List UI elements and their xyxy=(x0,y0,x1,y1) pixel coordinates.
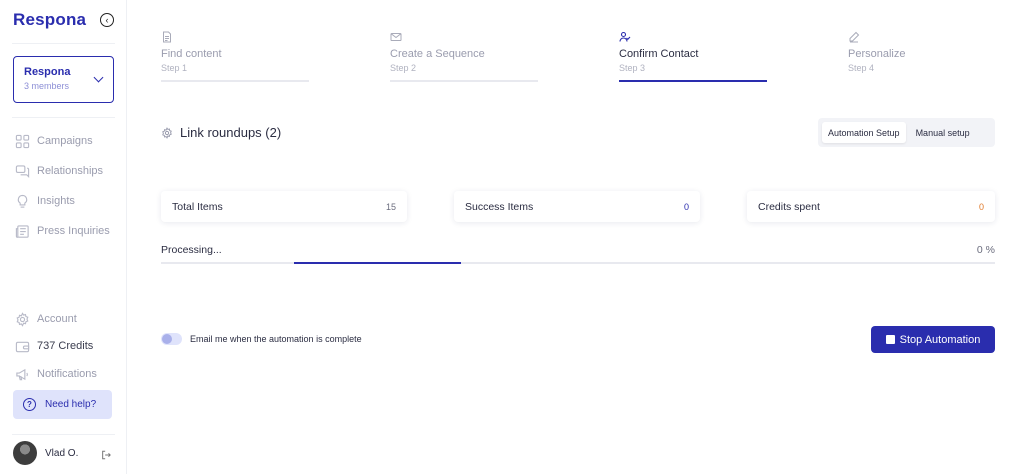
setup-mode-toggle: Automation Setup Manual setup xyxy=(818,118,995,147)
section-header: Link roundups (2) xyxy=(161,125,281,140)
step-title: Find content xyxy=(161,48,222,60)
stop-icon xyxy=(885,335,895,344)
step-title: Personalize xyxy=(848,48,906,60)
stop-button-label: Stop Automation xyxy=(899,333,981,346)
step-number: Step 1 xyxy=(161,63,188,73)
step-number: Step 3 xyxy=(619,63,646,73)
sidebar-item-label: Relationships xyxy=(37,165,104,177)
step-bar xyxy=(161,80,309,82)
stat-credits-spent: Credits spent 0 xyxy=(747,191,995,222)
sidebar-item-label: Insights xyxy=(37,195,75,207)
step-create-sequence[interactable]: Create a Sequence Step 2 xyxy=(390,30,538,82)
sidebar-item-label: Account xyxy=(37,313,77,325)
sidebar-item-notifications[interactable]: Notifications xyxy=(14,367,97,381)
stat-label: Success Items xyxy=(465,200,534,213)
chat-icon xyxy=(14,164,30,178)
sidebar-item-press-inquiries[interactable]: Press Inquiries xyxy=(14,224,110,238)
manual-setup-tab[interactable]: Manual setup xyxy=(910,122,976,143)
stat-label: Credits spent xyxy=(758,200,820,213)
email-notify-toggle[interactable] xyxy=(161,333,182,345)
stat-success-items: Success Items 0 xyxy=(454,191,700,222)
step-title: Confirm Contact xyxy=(619,48,699,60)
user-check-icon xyxy=(619,30,631,42)
sidebar-item-campaigns[interactable]: Campaigns xyxy=(14,134,93,148)
step-bar xyxy=(390,80,538,82)
sidebar-item-label: Press Inquiries xyxy=(37,225,110,237)
sidebar-item-insights[interactable]: Insights xyxy=(14,194,75,208)
progress-percent: 0 % xyxy=(976,244,995,256)
gear-icon xyxy=(14,311,30,327)
logout-icon[interactable] xyxy=(101,447,111,460)
avatar xyxy=(13,441,37,465)
collapse-sidebar-button[interactable]: ‹ xyxy=(100,13,114,27)
divider xyxy=(12,117,115,118)
lightbulb-icon xyxy=(14,194,30,208)
stat-value: 0 xyxy=(683,201,689,212)
divider xyxy=(12,434,115,435)
step-number: Step 4 xyxy=(848,63,875,73)
user-name: Vlad O. xyxy=(45,447,79,459)
progress-label: Processing... xyxy=(161,244,222,256)
step-find-content[interactable]: Find content Step 1 xyxy=(161,30,309,82)
pen-icon xyxy=(848,30,860,43)
stat-value: 15 xyxy=(385,201,396,212)
progress-bar xyxy=(161,262,995,264)
workspace-selector[interactable]: Respona 3 members xyxy=(13,56,114,103)
user-profile[interactable]: Vlad O. xyxy=(13,441,78,465)
sidebar-item-label: 737 Credits xyxy=(37,340,94,352)
workspace-name: Respona xyxy=(24,66,71,78)
workspace-members: 3 members xyxy=(24,81,70,91)
divider xyxy=(12,43,115,44)
stat-total-items: Total Items 15 xyxy=(161,191,407,222)
automation-setup-tab[interactable]: Automation Setup xyxy=(822,122,906,143)
sidebar-item-credits[interactable]: 737 Credits xyxy=(14,339,93,353)
stat-value: 0 xyxy=(978,201,984,212)
question-icon: ? xyxy=(23,398,36,411)
sidebar-item-relationships[interactable]: Relationships xyxy=(14,164,103,178)
sidebar-item-label: Campaigns xyxy=(37,135,93,147)
step-bar xyxy=(619,80,767,82)
wallet-icon xyxy=(14,339,30,353)
sidebar-item-account[interactable]: Account xyxy=(14,311,77,327)
step-personalize[interactable]: Personalize Step 4 xyxy=(848,30,996,73)
gear-icon[interactable] xyxy=(161,126,173,139)
need-help-button[interactable]: ? Need help? xyxy=(13,390,112,419)
page-title: Link roundups (2) xyxy=(180,125,282,140)
stat-label: Total Items xyxy=(172,200,223,213)
newspaper-icon xyxy=(14,224,30,238)
help-label: Need help? xyxy=(45,399,97,410)
document-icon xyxy=(161,30,173,43)
grid-icon xyxy=(14,134,30,148)
step-number: Step 2 xyxy=(390,63,417,73)
progress-indicator xyxy=(294,262,461,264)
email-notify-label: Email me when the automation is complete xyxy=(190,334,362,344)
brand-logo[interactable]: Respona xyxy=(13,10,86,30)
main-content: Find content Step 1 Create a Sequence St… xyxy=(128,0,1024,474)
envelope-icon xyxy=(390,30,402,42)
sidebar-item-label: Notifications xyxy=(37,368,97,380)
megaphone-icon xyxy=(14,367,30,381)
sidebar: Respona ‹ Respona 3 members Campaigns Re… xyxy=(0,0,127,474)
step-title: Create a Sequence xyxy=(390,48,485,60)
stop-automation-button[interactable]: Stop Automation xyxy=(871,326,995,353)
email-notify-row: Email me when the automation is complete xyxy=(161,333,362,345)
step-confirm-contact[interactable]: Confirm Contact Step 3 xyxy=(619,30,767,82)
chevron-left-icon: ‹ xyxy=(105,14,109,25)
